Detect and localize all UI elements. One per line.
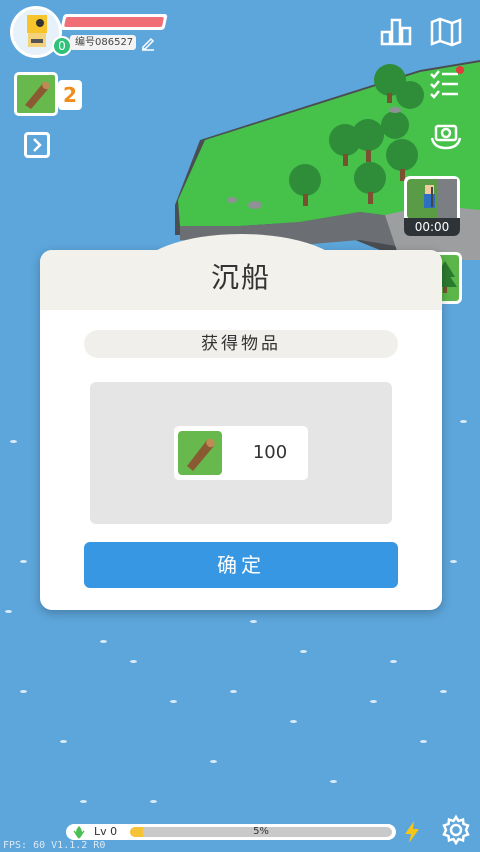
gear-icon[interactable] — [440, 814, 472, 846]
map-icon[interactable] — [428, 14, 464, 50]
wave-fleck — [390, 660, 397, 663]
wave-fleck — [210, 760, 217, 763]
edit-icon[interactable] — [140, 35, 156, 51]
wood-log-icon — [25, 81, 50, 109]
wave-fleck — [10, 440, 17, 443]
leaf-icon — [73, 826, 85, 839]
lumberjack-icon — [424, 179, 457, 219]
wood-inventory-slot[interactable] — [14, 72, 58, 116]
wave-fleck — [440, 690, 447, 693]
reward-box: 100 — [90, 382, 392, 524]
player-id-label: 编号086527 — [70, 35, 136, 50]
wave-fleck — [250, 620, 257, 623]
wave-fleck — [150, 800, 157, 803]
task-list-icon[interactable] — [428, 66, 464, 102]
wave-fleck — [130, 660, 137, 663]
wave-fleck — [420, 740, 427, 743]
video-reward-card[interactable]: 00:00 — [404, 176, 460, 236]
player-level-badge: 0 — [52, 36, 72, 56]
player-level-label: Lv 0 — [94, 825, 118, 838]
shipwreck-dialog: 沉船 获得物品 100 确定 — [40, 234, 442, 610]
wave-fleck — [330, 780, 337, 783]
dialog-title: 沉船 — [210, 261, 271, 294]
health-bar — [60, 14, 168, 30]
wave-fleck — [20, 560, 27, 563]
wave-fleck — [5, 610, 12, 613]
video-thumbnail — [407, 179, 457, 219]
wave-fleck — [100, 640, 107, 643]
wave-fleck — [170, 700, 177, 703]
wood-count: 2 — [58, 80, 82, 110]
wave-fleck — [370, 700, 377, 703]
lightning-icon[interactable] — [402, 820, 422, 844]
expand-arrow-button[interactable] — [24, 132, 50, 158]
dialog-subtitle: 获得物品 — [84, 330, 398, 358]
health-bar-fill — [63, 17, 165, 27]
reward-item: 100 — [174, 426, 308, 480]
wave-fleck — [460, 420, 467, 423]
wave-fleck — [290, 720, 297, 723]
wave-fleck — [80, 800, 87, 803]
reward-item-quantity: 100 — [252, 442, 288, 463]
camera-rotate-icon[interactable] — [428, 118, 464, 154]
reward-item-icon-slot — [178, 431, 222, 475]
expand-arrow-icon — [33, 138, 42, 152]
confirm-button[interactable]: 确定 — [84, 542, 398, 588]
wave-fleck — [60, 740, 67, 743]
wave-fleck — [230, 690, 237, 693]
leaderboard-icon[interactable] — [378, 14, 414, 50]
debug-info: FPS: 60 V1.1.2 R0 — [3, 840, 106, 851]
wood-log-icon — [187, 438, 215, 471]
video-timer: 00:00 — [404, 218, 460, 236]
experience-percent: 5% — [253, 826, 269, 837]
experience-bar: Lv 0 5% — [66, 824, 396, 840]
wave-fleck — [20, 690, 27, 693]
wave-fleck — [300, 650, 307, 653]
wave-fleck — [450, 560, 457, 563]
